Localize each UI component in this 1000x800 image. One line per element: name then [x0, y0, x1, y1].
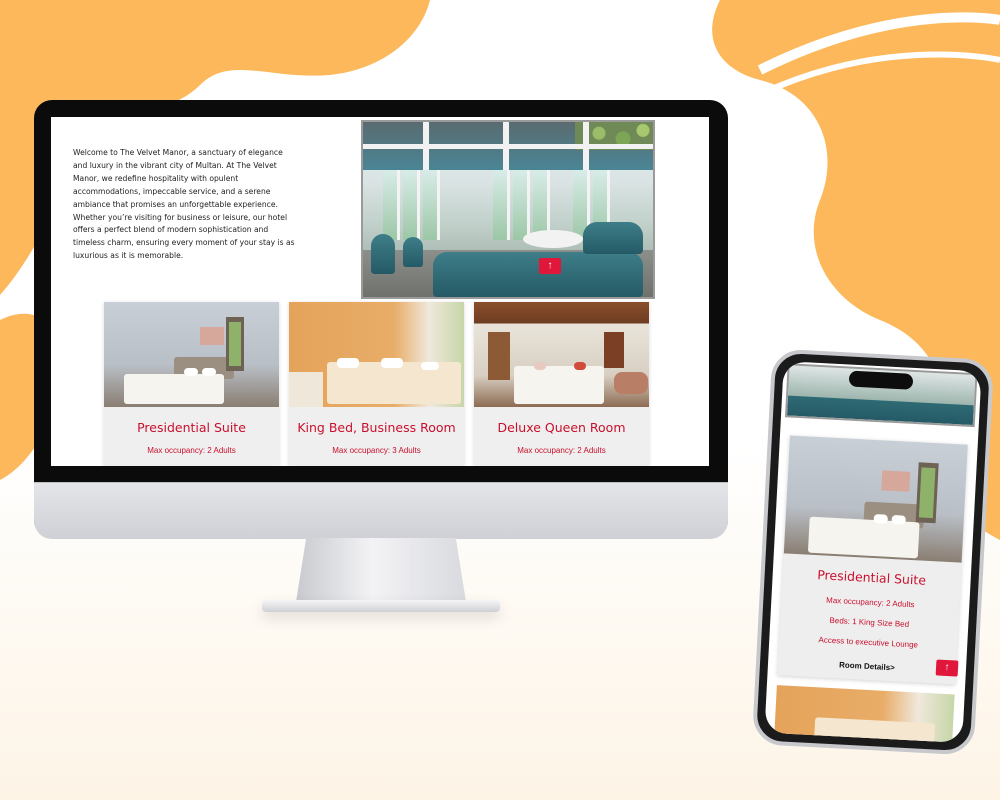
room-cards-row: Presidential Suite Max occupancy: 2 Adul…: [104, 302, 649, 466]
monitor-stand-neck: [296, 538, 466, 602]
mobile-phone: Presidential Suite Max occupancy: 2 Adul…: [751, 348, 995, 756]
room-occupancy: Max occupancy: 2 Adults: [147, 446, 236, 455]
hero-lounge-image: [361, 120, 655, 299]
room-occupancy: Max occupancy: 3 Adults: [332, 446, 421, 455]
room-beds: Beds: 1 King Size Bed: [829, 615, 910, 629]
scroll-to-top-button[interactable]: ↑: [539, 258, 561, 274]
room-occupancy: Max occupancy: 2 Adults: [517, 446, 606, 455]
room-card[interactable]: King Bed, Business Room Max occupancy: 3…: [289, 302, 464, 466]
mobile-scroll-to-top-button[interactable]: ↑: [935, 659, 959, 677]
room-card[interactable]: Deluxe Queen Room Max occupancy: 2 Adult…: [474, 302, 649, 466]
room-name: Deluxe Queen Room: [497, 420, 626, 435]
desktop-screen[interactable]: Welcome to The Velvet Manor, a sanctuary…: [51, 117, 709, 466]
room-occupancy: Max occupancy: 2 Adults: [825, 595, 915, 610]
intro-paragraph: Welcome to The Velvet Manor, a sanctuary…: [73, 148, 295, 261]
room-photo: [104, 302, 279, 407]
room-card[interactable]: Presidential Suite Max occupancy: 2 Adul…: [104, 302, 279, 466]
room-perk: Access to executive Lounge: [818, 635, 919, 650]
room-name: Presidential Suite: [816, 567, 927, 588]
room-photo: [783, 435, 968, 563]
mobile-room-card[interactable]: Presidential Suite Max occupancy: 2 Adul…: [777, 435, 968, 685]
phone-notch: [848, 370, 914, 390]
room-details-link[interactable]: Room Details>: [778, 657, 956, 675]
room-name: Presidential Suite: [137, 420, 246, 435]
mobile-next-room-photo: [773, 685, 955, 743]
monitor-chin: [34, 482, 728, 539]
monitor-stand-base: [262, 600, 500, 612]
room-photo: [474, 302, 649, 407]
room-name: King Bed, Business Room: [297, 420, 456, 435]
room-photo: [289, 302, 464, 407]
mobile-screen[interactable]: Presidential Suite Max occupancy: 2 Adul…: [764, 361, 982, 743]
